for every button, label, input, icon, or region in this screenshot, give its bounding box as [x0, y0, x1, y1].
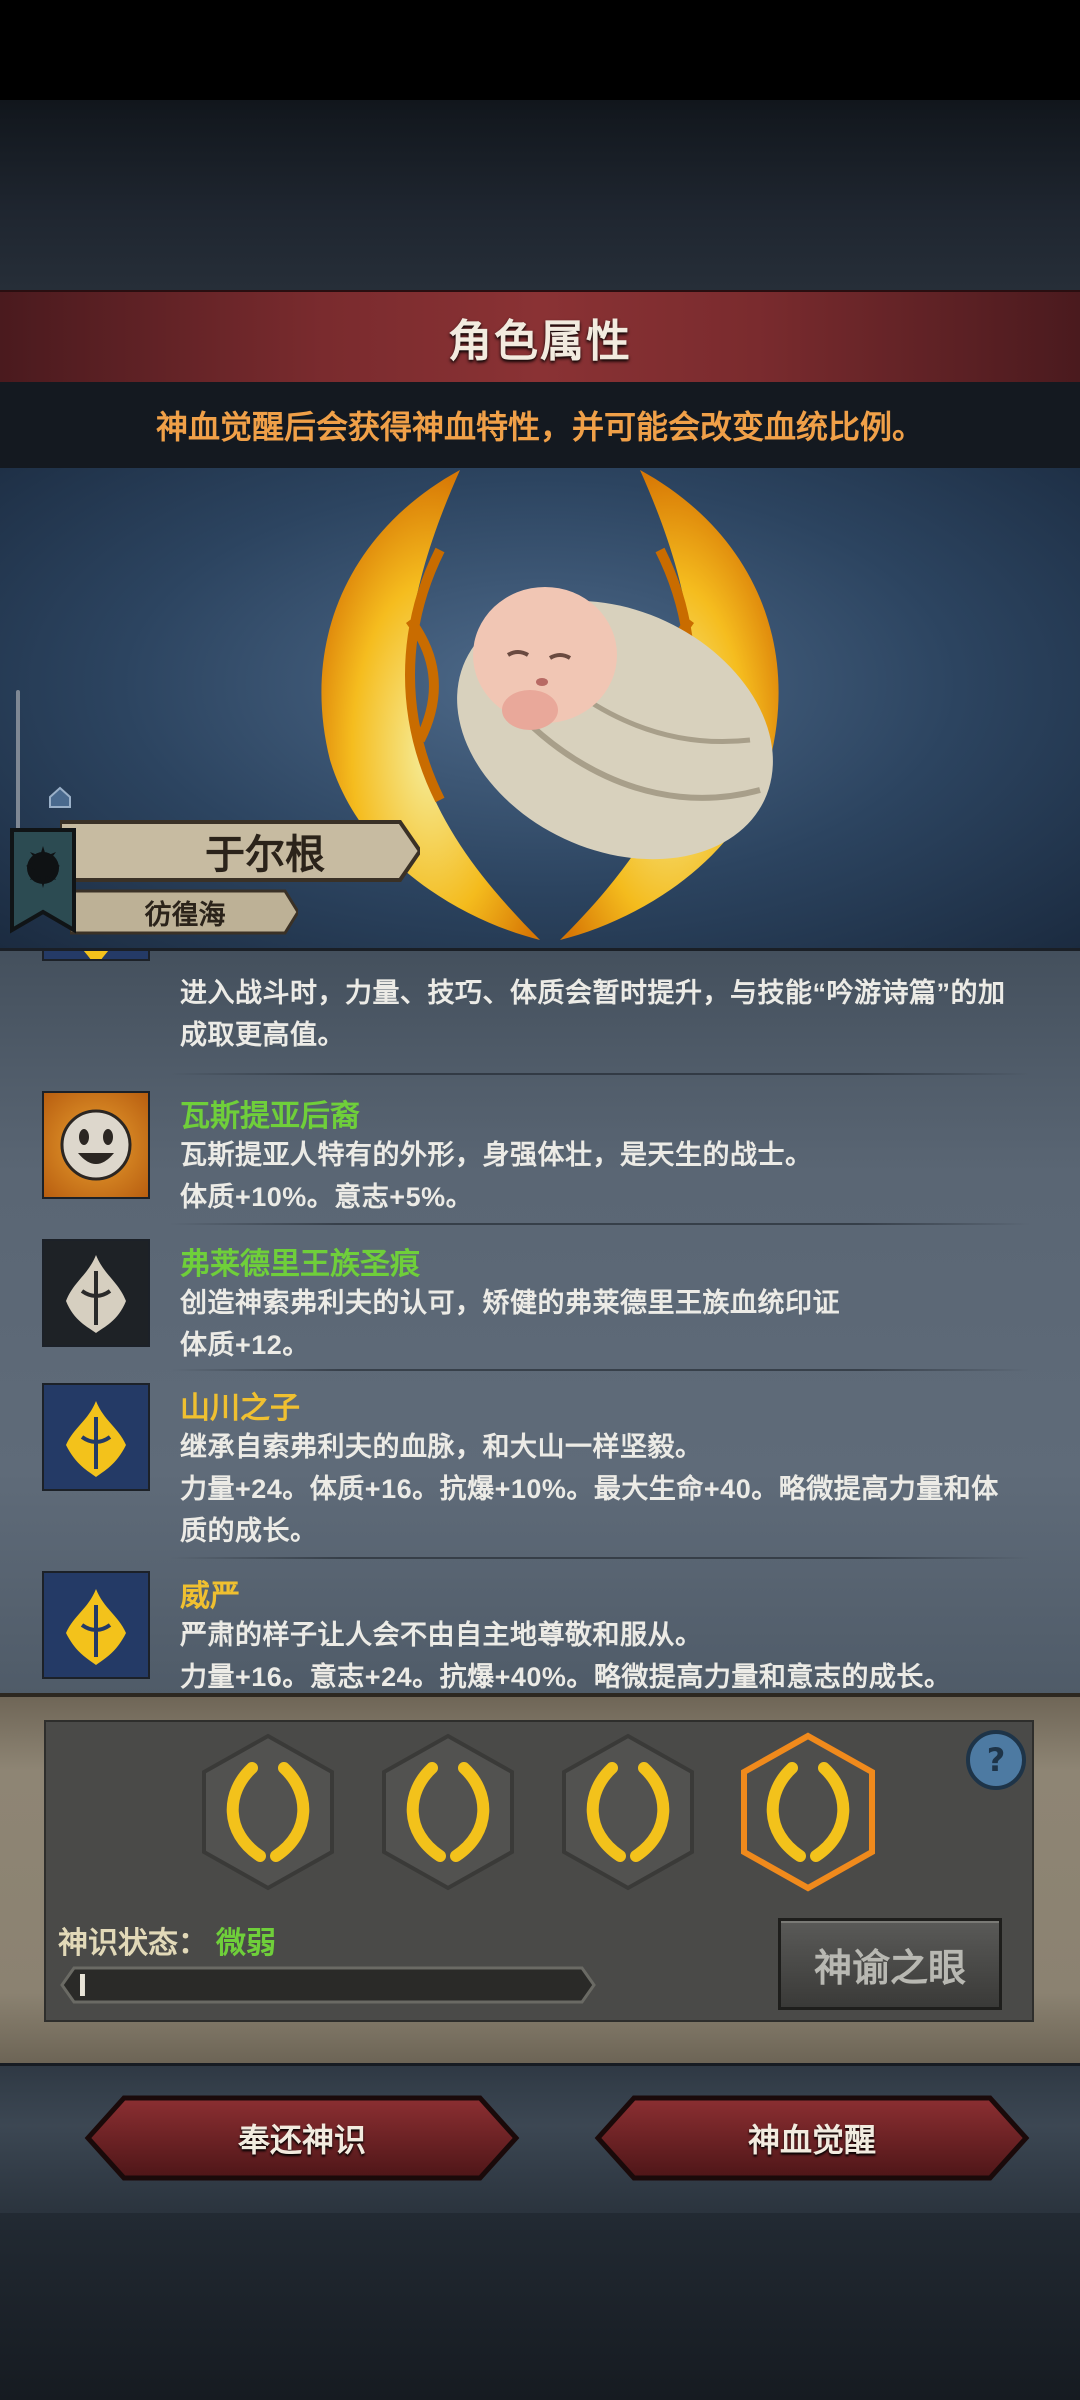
faction-banner-icon	[10, 828, 76, 934]
bottom-background	[0, 2213, 1080, 2400]
svg-text:?: ?	[987, 1741, 1006, 1779]
golden-crest-icon	[42, 1571, 150, 1679]
trait-description: 力量+24。体质+16。抗爆+10%。最大生命+40。略微提高力量和体	[180, 1474, 999, 1504]
trait-description: 进入战斗时，力量、技巧、体质会暂时提升，与技能“吟游诗篇”的加	[180, 978, 1006, 1008]
trait-description: 质的成长。	[180, 1516, 318, 1546]
golden-wreath-icon	[42, 951, 150, 975]
trait-name: 弗莱德里王族圣痕	[180, 1248, 420, 1281]
divine-sense-progress-bar	[60, 1966, 596, 2004]
trait-description: 创造神索弗利夫的认可，矫健的弗莱德里王族血统印证	[180, 1288, 840, 1318]
divine-slot-2[interactable]	[378, 1732, 518, 1892]
oracle-eye-button[interactable]: 神谕之眼	[778, 1918, 1002, 2010]
smiling-face-icon	[42, 1091, 150, 1199]
divider	[170, 1369, 1030, 1371]
divider	[170, 1073, 1030, 1075]
trait-description: 力量+16。意志+24。抗爆+40%。略微提高力量和意志的成长。	[180, 1662, 952, 1692]
trait-name: 威严	[180, 1580, 240, 1613]
page-subtitle: 神血觉醒后会获得神血特性，并可能会改变血统比例。	[155, 409, 924, 445]
trait-list[interactable]: 进入战斗时，力量、技巧、体质会暂时提升，与技能“吟游诗篇”的加 成取更高值。 瓦…	[0, 948, 1080, 1696]
house-icon	[49, 786, 71, 808]
page-title: 角色属性	[448, 317, 632, 366]
trait-name: 山川之子	[180, 1392, 300, 1425]
divine-sense-value: 微弱	[216, 1927, 276, 1960]
trait-description: 成取更高值。	[180, 1020, 345, 1050]
trait-name: 瓦斯提亚后裔	[180, 1100, 360, 1133]
golden-crest-icon	[42, 1383, 150, 1491]
help-icon[interactable]: ?	[964, 1728, 1028, 1792]
divine-slot-1[interactable]	[198, 1732, 338, 1892]
trait-description: 继承自索弗利夫的血脉，和大山一样坚毅。	[180, 1432, 703, 1462]
character-name: 于尔根	[205, 833, 325, 877]
trait-description: 瓦斯提亚人特有的外形，身强体壮，是天生的战士。	[180, 1140, 813, 1170]
divine-sense-label: 神识状态：	[58, 1927, 208, 1960]
trait-description: 严肃的样子让人会不由自主地尊敬和服从。	[180, 1620, 703, 1650]
top-background	[0, 100, 1080, 290]
baby-portrait	[457, 587, 773, 860]
divider	[170, 1557, 1030, 1559]
character-title: 彷徨海	[144, 899, 226, 930]
subtitle-bar: 神血觉醒后会获得神血特性，并可能会改变血统比例。	[0, 382, 1080, 468]
white-crest-icon	[42, 1239, 150, 1347]
return-sense-button[interactable]: 奉还神识	[84, 2094, 520, 2182]
divine-slot-4-selected[interactable]	[738, 1732, 878, 1892]
trait-description: 体质+10%。意志+5%。	[180, 1182, 474, 1212]
divine-slot-3[interactable]	[558, 1732, 698, 1892]
trait-description: 体质+12。	[180, 1330, 310, 1360]
divine-blood-awaken-button[interactable]: 神血觉醒	[594, 2094, 1030, 2182]
divider	[170, 1223, 1030, 1225]
title-bar: 角色属性	[0, 290, 1080, 384]
